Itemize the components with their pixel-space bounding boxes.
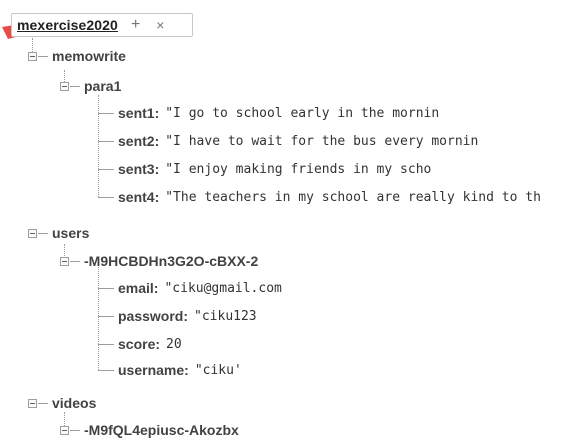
node-key: score: bbox=[118, 336, 161, 352]
collapse-toggle-para1[interactable] bbox=[60, 82, 69, 91]
node-value[interactable]: 20 bbox=[166, 337, 182, 352]
tree-connector bbox=[98, 140, 114, 142]
tree-line bbox=[64, 244, 65, 256]
node-key: videos bbox=[52, 395, 97, 411]
tree-connector bbox=[98, 168, 114, 170]
tree-node-users[interactable]: users bbox=[38, 223, 89, 243]
node-value[interactable]: "ciku@gmail.com bbox=[164, 281, 281, 296]
tree-node-score[interactable]: score: 20 bbox=[98, 334, 182, 354]
tree-node-video-id[interactable]: -M9fQL4epiusc-Akozbx bbox=[70, 420, 239, 440]
root-node-name[interactable]: mexercise2020 bbox=[17, 17, 118, 33]
tree-connector bbox=[38, 55, 48, 57]
tree-node-user-id[interactable]: -M9HCBDHn3G2O-cBXX-2 bbox=[70, 251, 258, 271]
node-key: password: bbox=[118, 308, 189, 324]
node-key: -M9HCBDHn3G2O-cBXX-2 bbox=[84, 253, 259, 269]
root-node-chip[interactable]: mexercise2020 + × bbox=[11, 13, 193, 37]
tree-node-email[interactable]: email: "ciku@gmail.com bbox=[98, 278, 282, 298]
tree-node-sent4[interactable]: sent4: "The teachers in my school are re… bbox=[98, 187, 541, 207]
tree-connector bbox=[70, 85, 80, 87]
tree-node-videos[interactable]: videos bbox=[38, 393, 96, 413]
node-key: sent2: bbox=[118, 133, 160, 149]
collapse-toggle-videos[interactable] bbox=[28, 399, 37, 408]
node-key: email: bbox=[118, 280, 159, 296]
node-value[interactable]: "I have to wait for the bus every mornin bbox=[165, 134, 478, 149]
node-key: para1 bbox=[84, 78, 122, 94]
tree-connector bbox=[70, 260, 80, 262]
tree-connector bbox=[98, 196, 114, 198]
collapse-toggle-users[interactable] bbox=[28, 229, 37, 238]
tree-connector bbox=[98, 369, 114, 371]
node-value[interactable]: "I go to school early in the mornin bbox=[165, 106, 439, 121]
tree-node-username[interactable]: username: "ciku' bbox=[98, 360, 242, 380]
node-key: memowrite bbox=[52, 48, 126, 64]
tree-node-password[interactable]: password: "ciku123 bbox=[98, 306, 257, 326]
node-key: sent4: bbox=[118, 189, 160, 205]
tree-connector bbox=[98, 343, 114, 345]
add-child-icon[interactable]: + bbox=[131, 17, 140, 33]
tree-node-para1[interactable]: para1 bbox=[70, 76, 121, 96]
node-key: users bbox=[52, 225, 90, 241]
tree-connector bbox=[98, 287, 114, 289]
tree-node-sent2[interactable]: sent2: "I have to wait for the bus every… bbox=[98, 131, 478, 151]
tree-connector bbox=[98, 112, 114, 114]
node-key: -M9fQL4epiusc-Akozbx bbox=[84, 422, 239, 438]
collapse-toggle-memowrite[interactable] bbox=[28, 52, 37, 61]
tree-connector bbox=[38, 402, 48, 404]
tree-line bbox=[64, 412, 65, 426]
node-value[interactable]: "ciku123 bbox=[194, 309, 257, 324]
tree-node-sent3[interactable]: sent3: "I enjoy making friends in my sch… bbox=[98, 159, 431, 179]
node-key: sent1: bbox=[118, 105, 160, 121]
node-value[interactable]: "I enjoy making friends in my scho bbox=[165, 162, 431, 177]
node-value[interactable]: "ciku' bbox=[195, 363, 242, 378]
node-value[interactable]: "The teachers in my school are really ki… bbox=[165, 190, 541, 205]
node-key: sent3: bbox=[118, 161, 160, 177]
close-icon[interactable]: × bbox=[156, 18, 164, 32]
tree-node-sent1[interactable]: sent1: "I go to school early in the morn… bbox=[98, 103, 439, 123]
tree-connector bbox=[98, 315, 114, 317]
collapse-toggle-video[interactable] bbox=[60, 426, 69, 435]
tree-connector bbox=[38, 232, 48, 234]
tree-node-memowrite[interactable]: memowrite bbox=[38, 46, 126, 66]
collapse-toggle-user[interactable] bbox=[60, 257, 69, 266]
node-key: username: bbox=[118, 362, 189, 378]
tree-connector bbox=[70, 429, 80, 431]
